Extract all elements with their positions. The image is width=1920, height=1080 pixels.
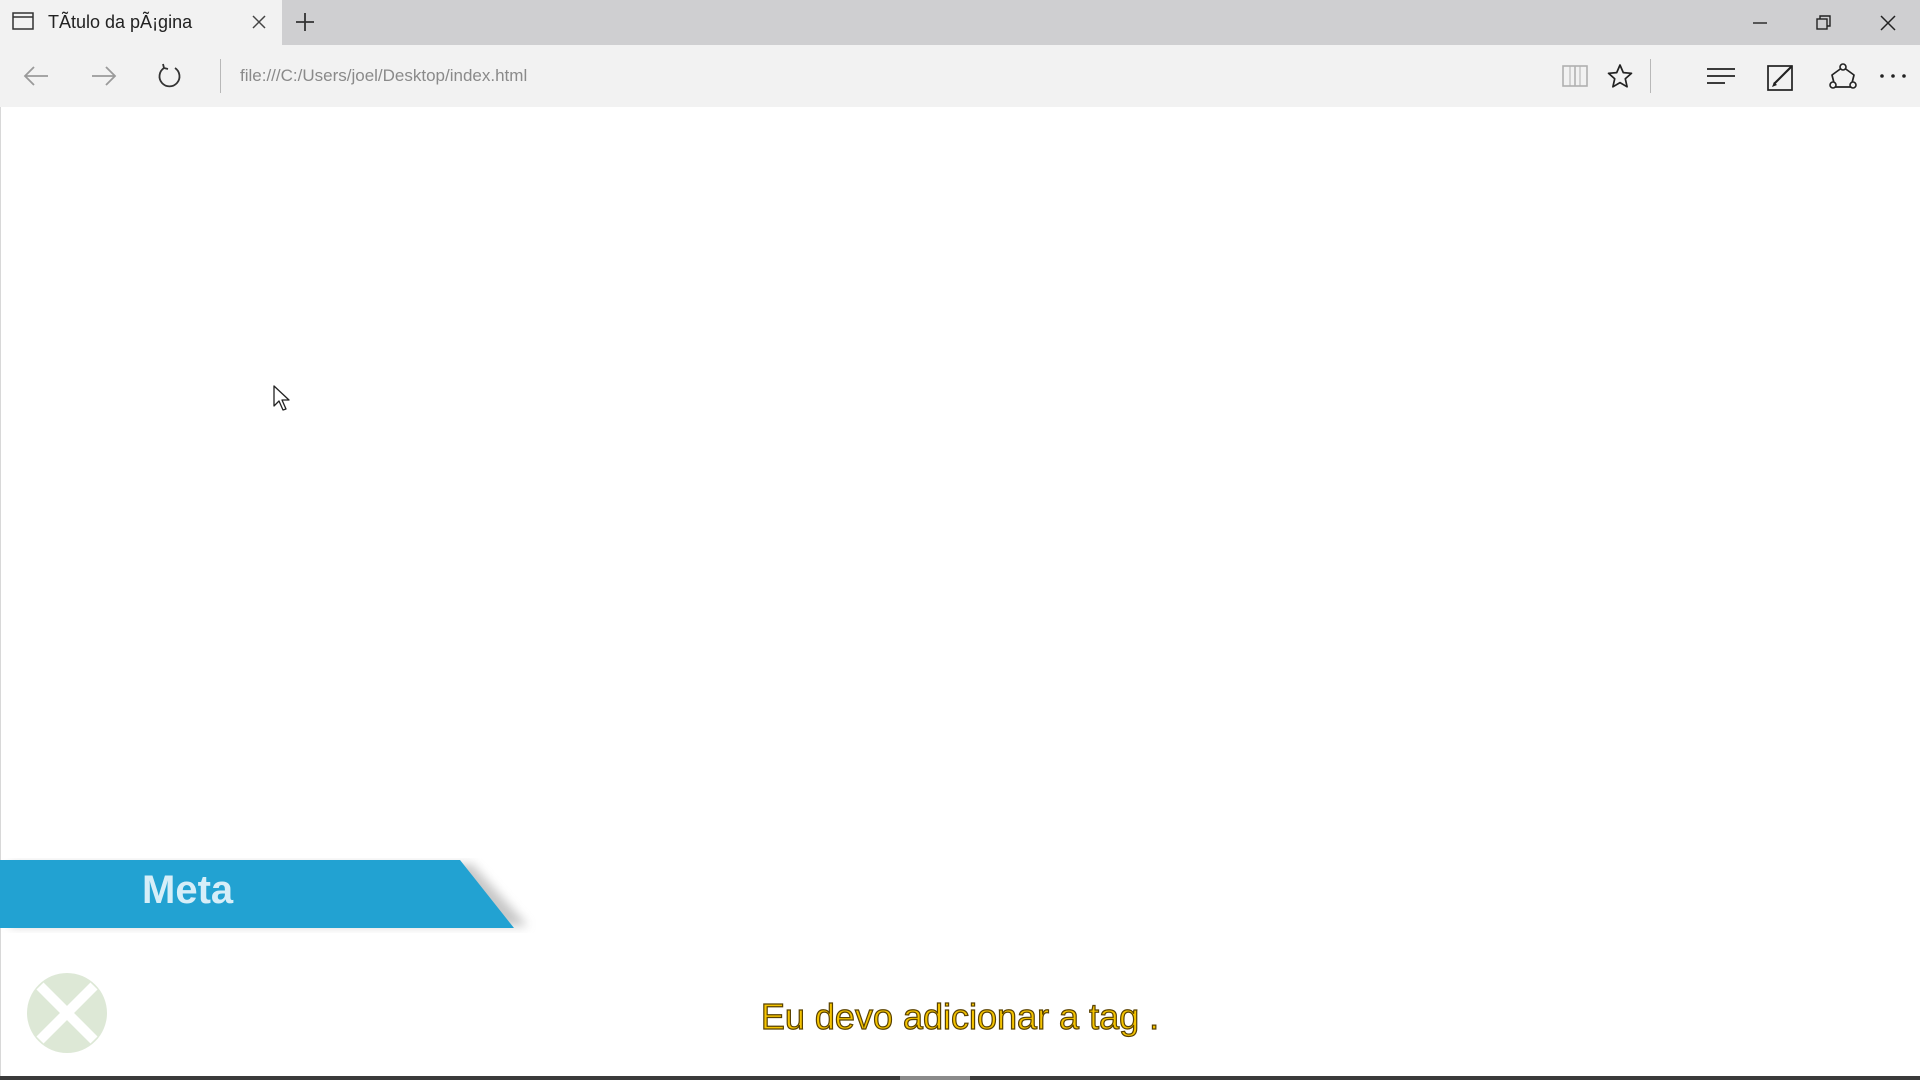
mouse-cursor-icon — [273, 385, 290, 411]
forward-button[interactable] — [74, 45, 130, 107]
favorite-button[interactable] — [1590, 45, 1646, 107]
web-note-button[interactable] — [1750, 45, 1806, 107]
star-icon — [1607, 64, 1633, 88]
banner-label: Meta — [142, 868, 234, 912]
video-subtitle: Eu devo adicionar a tag . — [760, 995, 1160, 1037]
address-bar[interactable] — [240, 64, 1500, 88]
page-icon — [12, 12, 34, 30]
minimize-icon — [1753, 22, 1767, 24]
more-button[interactable] — [1862, 45, 1918, 107]
close-icon — [1880, 15, 1896, 31]
address-separator — [220, 59, 221, 93]
hub-icon — [1707, 68, 1735, 84]
section-banner — [0, 860, 528, 928]
bottom-edge-highlight — [900, 1076, 970, 1080]
tab-title: TÃtulo da pÃ¡gina — [48, 12, 193, 32]
minimize-button[interactable] — [1728, 0, 1792, 45]
reading-view-icon — [1562, 65, 1588, 87]
share-icon — [1829, 63, 1857, 89]
toolbar-separator — [1650, 59, 1651, 93]
more-icon — [1880, 74, 1906, 78]
hub-button[interactable] — [1690, 45, 1746, 107]
close-icon[interactable] — [250, 13, 268, 31]
title-bar: TÃtulo da pÃ¡gina — [0, 0, 1920, 45]
screen: TÃtulo da pÃ¡gina file:///C:/Users/joel/… — [0, 0, 1920, 1080]
restore-icon — [1816, 15, 1831, 30]
arrow-left-icon — [23, 66, 48, 86]
restore-button[interactable] — [1792, 0, 1856, 45]
navigation-bar — [0, 45, 1920, 107]
refresh-icon — [158, 63, 181, 88]
browser-tab[interactable]: TÃtulo da pÃ¡gina — [0, 0, 282, 45]
back-button[interactable] — [6, 45, 62, 107]
arrow-right-icon — [92, 66, 117, 86]
close-window-button[interactable] — [1856, 0, 1920, 45]
web-note-icon — [1767, 65, 1793, 91]
plus-icon[interactable] — [294, 11, 316, 33]
share-button[interactable] — [1812, 45, 1868, 107]
refresh-button[interactable] — [140, 45, 196, 107]
